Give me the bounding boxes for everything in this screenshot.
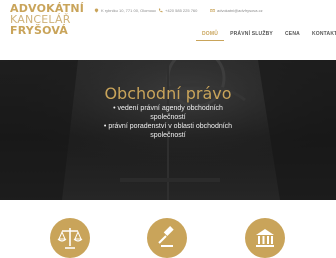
- hero-bullet: • právní poradenství v oblasti obchodníc…: [103, 123, 233, 139]
- gavel-icon: [158, 226, 174, 247]
- courthouse-icon: [256, 229, 274, 247]
- hero-title: Obchodní právo: [104, 84, 232, 103]
- email-text: advokatni@advfrysova.cz: [217, 7, 263, 13]
- location-pin-icon: [94, 8, 99, 12]
- contact-email[interactable]: advokatni@advfrysova.cz: [210, 5, 263, 15]
- site-logo[interactable]: ADVOKÁTNÍ KANCELÁŘ FRYŠOVÁ: [10, 3, 90, 36]
- scales-icon: [57, 228, 83, 249]
- hero-bullet: • vedení právní agendy obchodních společ…: [113, 105, 223, 121]
- phone-icon: [158, 8, 163, 12]
- feature-circle-courthouse[interactable]: [245, 218, 285, 258]
- hero-bullet-list: • vedení právní agendy obchodních společ…: [98, 104, 238, 140]
- nav-item-kontakt[interactable]: KONTAKT: [306, 28, 336, 40]
- features-section: [0, 200, 336, 258]
- hero-banner: Obchodní právo • vedení právní agendy ob…: [0, 60, 336, 200]
- address-text: K rybníku 10, 771 00, Olomouc: [101, 7, 157, 13]
- contact-address: K rybníku 10, 771 00, Olomouc: [94, 5, 156, 15]
- contact-phone[interactable]: +420 585 225 760: [158, 5, 197, 15]
- phone-text: +420 585 225 760: [165, 7, 198, 13]
- logo-line-3: FRYŠOVÁ: [10, 24, 69, 37]
- envelope-icon: [210, 8, 215, 12]
- nav-item-domu[interactable]: DOMŮ: [196, 28, 225, 41]
- nav-item-cena[interactable]: CENA: [279, 28, 306, 40]
- feature-circle-gavel[interactable]: [147, 218, 187, 258]
- main-nav: DOMŮ PRÁVNÍ SLUŽBY CENA KONTAKT: [196, 28, 336, 41]
- nav-item-pravni-sluzby[interactable]: PRÁVNÍ SLUŽBY: [224, 28, 279, 40]
- feature-circle-scales[interactable]: [50, 218, 90, 258]
